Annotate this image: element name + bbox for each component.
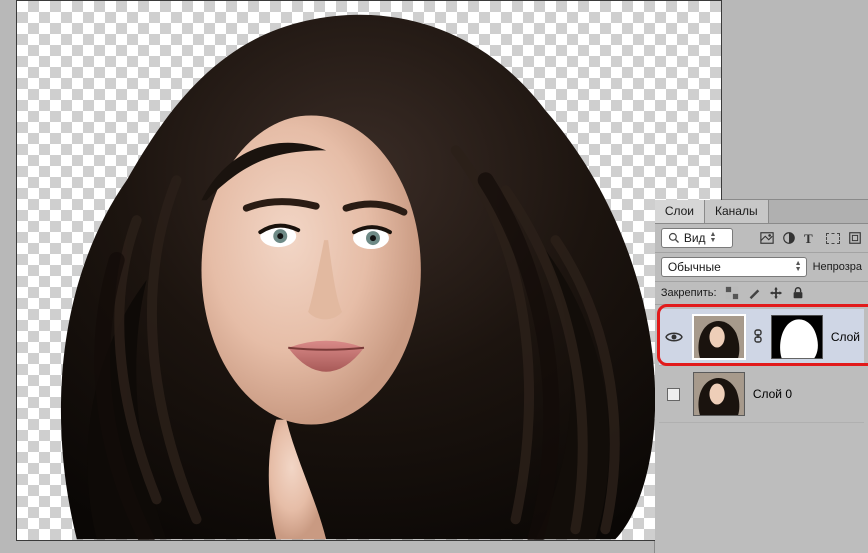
lock-label: Закрепить: — [661, 287, 717, 299]
opacity-label: Непрозра — [813, 261, 862, 273]
tab-channels[interactable]: Каналы — [705, 200, 769, 223]
lock-brush-icon[interactable] — [747, 286, 761, 300]
layer-name[interactable]: Слой — [831, 330, 860, 344]
layer-list: Слой Слой 0 — [655, 305, 868, 429]
filter-smart-icon[interactable] — [848, 231, 862, 245]
combo-arrows-icon: ▲▼ — [710, 232, 717, 244]
layers-panel: Слои Каналы Вид ▲▼ T Обычные — [655, 200, 868, 553]
visibility-empty-icon[interactable] — [667, 388, 680, 401]
filter-row: Вид ▲▼ T — [655, 224, 868, 253]
layer-name[interactable]: Слой 0 — [753, 387, 792, 401]
layer-mask-thumbnail[interactable] — [771, 315, 823, 359]
tab-layers[interactable]: Слои — [655, 200, 705, 223]
document-canvas[interactable] — [16, 0, 722, 541]
layer-item-1[interactable]: Слой — [659, 309, 864, 366]
lock-move-icon[interactable] — [769, 286, 783, 300]
blend-mode-label: Обычные — [668, 260, 721, 274]
filter-shape-icon[interactable] — [826, 233, 840, 244]
blend-row: Обычные ▲▼ Непрозра — [655, 253, 868, 282]
panel-tabs: Слои Каналы — [655, 200, 868, 224]
lock-pixels-icon[interactable] — [725, 286, 739, 300]
filter-type-icon[interactable]: T — [804, 231, 818, 245]
combo-arrows-icon: ▲▼ — [795, 261, 802, 273]
subject-image — [17, 1, 721, 540]
mask-link-icon[interactable] — [753, 329, 763, 346]
layer-thumbnail[interactable] — [693, 315, 745, 359]
blend-mode-combo[interactable]: Обычные ▲▼ — [661, 257, 807, 277]
layer-item-0[interactable]: Слой 0 — [659, 366, 864, 423]
filter-adjust-icon[interactable] — [782, 231, 796, 245]
visibility-eye-icon[interactable] — [665, 331, 683, 343]
filter-image-icon[interactable] — [760, 231, 774, 245]
filter-type-icons: T — [760, 231, 862, 245]
filter-kind-label: Вид — [684, 231, 706, 245]
lock-row: Закрепить: — [655, 282, 868, 305]
search-icon — [668, 232, 680, 244]
filter-kind-combo[interactable]: Вид ▲▼ — [661, 228, 733, 248]
canvas-area[interactable] — [0, 0, 655, 553]
lock-all-icon[interactable] — [791, 286, 805, 300]
layer-thumbnail[interactable] — [693, 372, 745, 416]
